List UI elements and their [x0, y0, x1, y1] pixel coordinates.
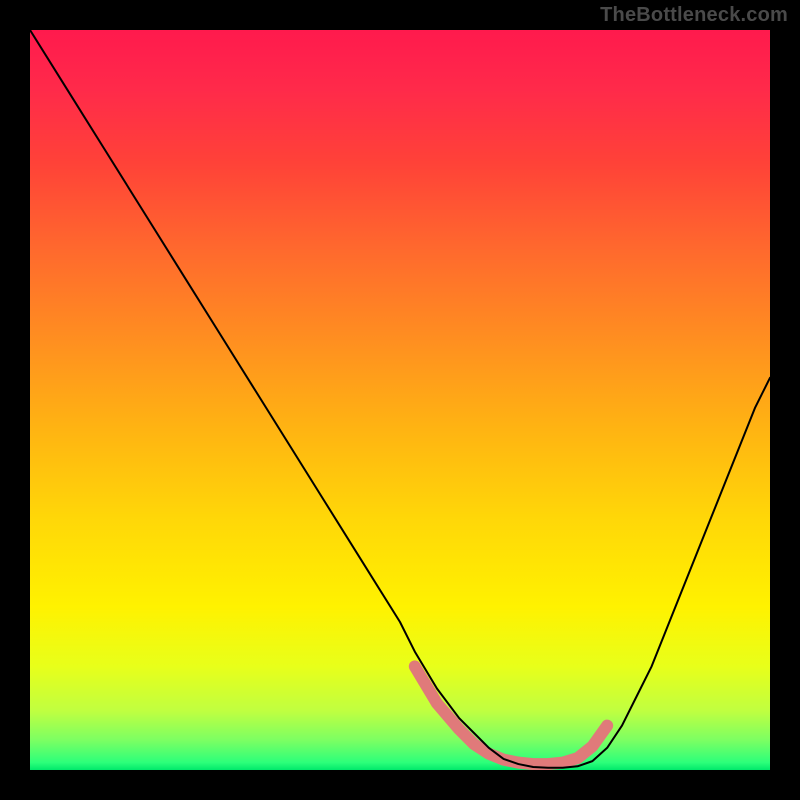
- chart-frame: TheBottleneck.com: [0, 0, 800, 800]
- chart-svg: [30, 30, 770, 770]
- curve-path: [30, 30, 770, 768]
- watermark-text: TheBottleneck.com: [600, 4, 788, 27]
- highlight-band-path: [415, 666, 607, 764]
